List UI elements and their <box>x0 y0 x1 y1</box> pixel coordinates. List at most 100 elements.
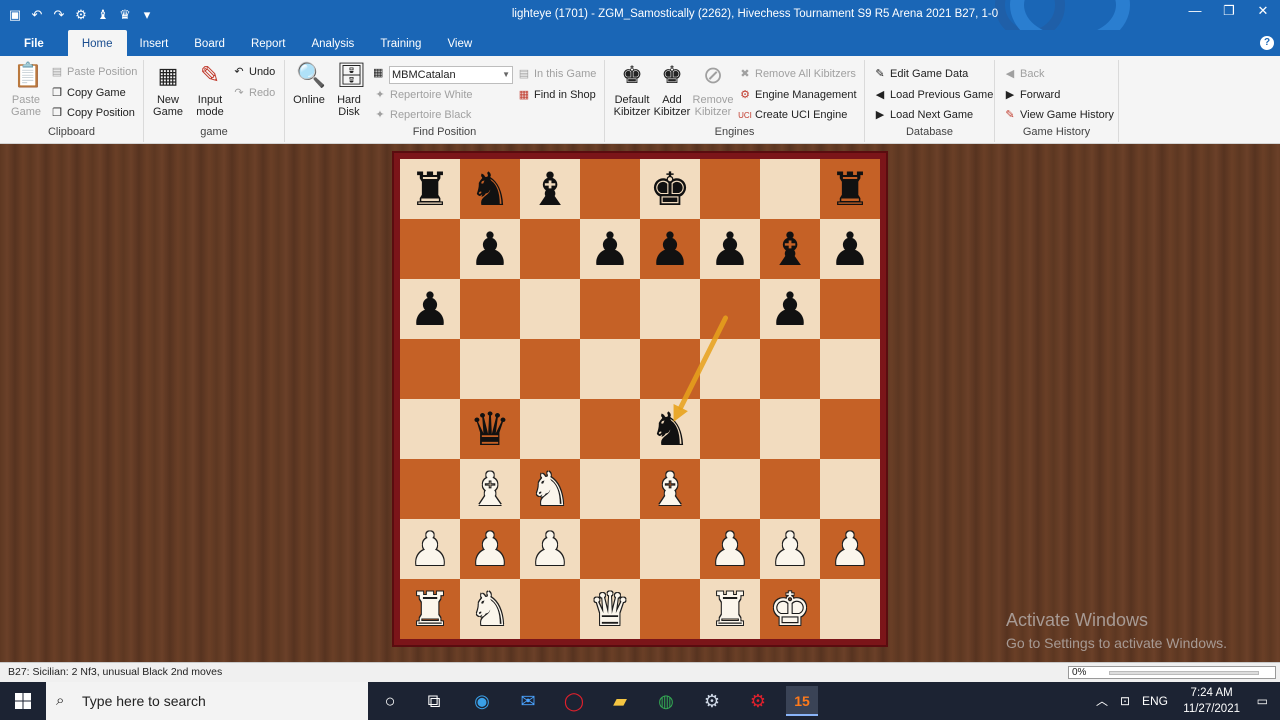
taskbar-search[interactable]: ⌕ Type here to search <box>46 682 368 720</box>
white-king-icon[interactable]: ♚ <box>769 582 810 636</box>
tab-file[interactable]: File <box>0 30 68 56</box>
square-c6[interactable] <box>520 279 580 339</box>
square-c2[interactable]: ♟ <box>520 519 580 579</box>
square-h5[interactable] <box>820 339 880 399</box>
square-e7[interactable]: ♟ <box>640 219 700 279</box>
square-a2[interactable]: ♟ <box>400 519 460 579</box>
remove-kibitzer-button[interactable]: ⊘ Remove Kibitzer <box>691 62 735 118</box>
square-c3[interactable]: ♞ <box>520 459 580 519</box>
square-d3[interactable] <box>580 459 640 519</box>
white-rook-icon[interactable]: ♜ <box>709 582 750 636</box>
tab-report[interactable]: Report <box>238 30 299 56</box>
clock[interactable]: 7:24 AM 11/27/2021 <box>1183 685 1240 717</box>
square-a6[interactable]: ♟ <box>400 279 460 339</box>
square-f3[interactable] <box>700 459 760 519</box>
maximize-button[interactable]: ❐ <box>1212 0 1246 26</box>
task-view-icon[interactable]: ⧉ <box>418 686 450 716</box>
square-b7[interactable]: ♟ <box>460 219 520 279</box>
square-b1[interactable]: ♞ <box>460 579 520 639</box>
paste-position-button[interactable]: ▤ Paste Position <box>50 63 138 81</box>
forward-button[interactable]: ▶ Forward <box>1003 86 1061 104</box>
create-uci-engine-button[interactable]: UCI Create UCI Engine <box>738 106 847 124</box>
black-rook-icon[interactable]: ♜ <box>829 162 870 216</box>
black-bishop-icon[interactable]: ♝ <box>769 222 810 276</box>
load-previous-game-button[interactable]: ◀ Load Previous Game <box>873 86 994 104</box>
default-kibitzer-button[interactable]: ♚ Default Kibitzer <box>611 62 653 118</box>
square-h6[interactable] <box>820 279 880 339</box>
white-pawn-icon[interactable]: ♟ <box>469 522 510 576</box>
square-e6[interactable] <box>640 279 700 339</box>
square-e5[interactable] <box>640 339 700 399</box>
tab-home[interactable]: Home <box>67 30 127 56</box>
black-pawn-icon[interactable]: ♟ <box>769 282 810 336</box>
square-f2[interactable]: ♟ <box>700 519 760 579</box>
paste-game-button[interactable]: 📋 Paste Game <box>6 62 46 118</box>
black-bishop-icon[interactable]: ♝ <box>529 162 570 216</box>
white-pawn-icon[interactable]: ♟ <box>709 522 750 576</box>
engine-management-button[interactable]: ⚙ Engine Management <box>738 86 856 104</box>
square-c7[interactable] <box>520 219 580 279</box>
white-queen-icon[interactable]: ♛ <box>589 582 630 636</box>
tab-board[interactable]: Board <box>181 30 238 56</box>
square-f5[interactable] <box>700 339 760 399</box>
square-d6[interactable] <box>580 279 640 339</box>
black-knight-icon[interactable]: ♞ <box>469 162 510 216</box>
square-g2[interactable]: ♟ <box>760 519 820 579</box>
white-bishop-icon[interactable]: ♝ <box>469 462 510 516</box>
square-a7[interactable] <box>400 219 460 279</box>
square-h3[interactable] <box>820 459 880 519</box>
repertoire-black-button[interactable]: ✦ Repertoire Black <box>373 106 471 124</box>
mail-icon[interactable]: ✉ <box>512 686 544 716</box>
square-a3[interactable] <box>400 459 460 519</box>
square-h4[interactable] <box>820 399 880 459</box>
chessbase-icon[interactable]: 15 <box>786 686 818 716</box>
square-c4[interactable] <box>520 399 580 459</box>
white-pawn-icon[interactable]: ♟ <box>829 522 870 576</box>
square-e8[interactable]: ♚ <box>640 159 700 219</box>
square-d1[interactable]: ♛ <box>580 579 640 639</box>
square-a4[interactable] <box>400 399 460 459</box>
square-e1[interactable] <box>640 579 700 639</box>
opera-icon[interactable]: ◯ <box>558 686 590 716</box>
square-h8[interactable]: ♜ <box>820 159 880 219</box>
square-f7[interactable]: ♟ <box>700 219 760 279</box>
database-combo[interactable]: MBMCatalan ▼ <box>389 66 513 84</box>
square-d4[interactable] <box>580 399 640 459</box>
square-h7[interactable]: ♟ <box>820 219 880 279</box>
square-h1[interactable] <box>820 579 880 639</box>
black-pawn-icon[interactable]: ♟ <box>409 282 450 336</box>
square-a8[interactable]: ♜ <box>400 159 460 219</box>
square-e4[interactable]: ♞ <box>640 399 700 459</box>
back-button[interactable]: ◀ Back <box>1003 65 1045 83</box>
help-icon[interactable]: ? <box>1260 36 1274 50</box>
white-pawn-icon[interactable]: ♟ <box>409 522 450 576</box>
language-indicator[interactable]: ENG <box>1142 682 1168 720</box>
white-knight-icon[interactable]: ♞ <box>529 462 570 516</box>
input-mode-button[interactable]: ✎ Input mode <box>190 62 230 118</box>
square-c8[interactable]: ♝ <box>520 159 580 219</box>
tab-insert[interactable]: Insert <box>127 30 182 56</box>
black-rook-icon[interactable]: ♜ <box>409 162 450 216</box>
tab-analysis[interactable]: Analysis <box>298 30 367 56</box>
square-b6[interactable] <box>460 279 520 339</box>
square-e3[interactable]: ♝ <box>640 459 700 519</box>
square-g3[interactable] <box>760 459 820 519</box>
remove-all-kibitzers-button[interactable]: ✖ Remove All Kibitzers <box>738 65 855 83</box>
steam-icon[interactable]: ⚙ <box>696 686 728 716</box>
black-knight-icon[interactable]: ♞ <box>649 402 690 456</box>
square-c1[interactable] <box>520 579 580 639</box>
notification-icon[interactable]: ▭ <box>1257 682 1268 720</box>
black-queen-icon[interactable]: ♛ <box>469 402 510 456</box>
square-b4[interactable]: ♛ <box>460 399 520 459</box>
square-f8[interactable] <box>700 159 760 219</box>
white-knight-icon[interactable]: ♞ <box>469 582 510 636</box>
tab-training[interactable]: Training <box>367 30 434 56</box>
online-button[interactable]: 🔍 Online <box>289 62 329 106</box>
square-b8[interactable]: ♞ <box>460 159 520 219</box>
tray-chevron-icon[interactable]: ︿ <box>1096 682 1108 720</box>
close-button[interactable]: ✕ <box>1246 0 1280 26</box>
white-pawn-icon[interactable]: ♟ <box>529 522 570 576</box>
file-explorer-icon[interactable]: ▰ <box>604 686 636 716</box>
chess-board[interactable]: ♜ ♞ ♝ ♚ ♜ ♟ ♟ ♟ ♟ ♝ ♟ ♟ ♟ ♛ ♞ ♝ ♞ ♝ ♟ ♟ ♟ ♟ ♟ ♟ ♜ ♞ ♛ ♜ ♚ <box>400 159 880 639</box>
black-pawn-icon[interactable]: ♟ <box>469 222 510 276</box>
